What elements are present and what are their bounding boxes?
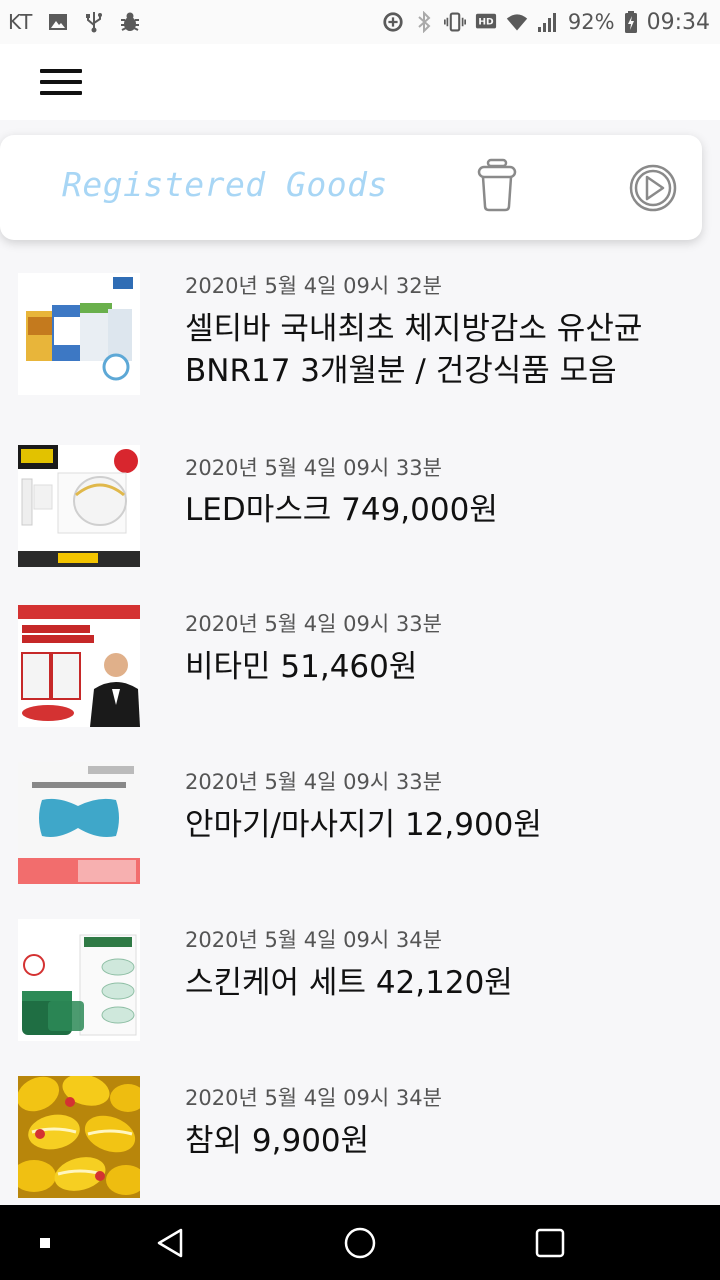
battery-icon	[624, 11, 638, 33]
app-bar	[0, 44, 720, 120]
goods-list: 2020년 5월 4일 09시 32분 셀티바 국내최초 체지방감소 유산균 B…	[0, 250, 720, 1205]
item-date: 2020년 5월 4일 09시 34분	[185, 1086, 442, 1110]
svg-text:HD: HD	[478, 17, 494, 28]
image-icon	[47, 11, 69, 33]
signal-icon	[537, 11, 559, 33]
item-title: 비타민 51,460원	[185, 649, 418, 685]
battery-percentage: 92%	[567, 10, 615, 34]
list-item[interactable]: 2020년 5월 4일 09시 34분 참외 9,900원	[0, 1076, 720, 1201]
item-title: 스킨케어 세트 42,120원	[185, 965, 513, 1001]
product-thumbnail	[18, 1076, 140, 1198]
list-item[interactable]: 2020년 5월 4일 09시 34분 스킨케어 세트 42,120원	[0, 919, 720, 1044]
product-thumbnail	[18, 605, 140, 727]
item-date: 2020년 5월 4일 09시 32분	[185, 274, 442, 298]
item-date: 2020년 5월 4일 09시 33분	[185, 770, 442, 794]
home-icon[interactable]	[310, 1205, 410, 1280]
product-thumbnail	[18, 919, 140, 1041]
bluetooth-icon	[413, 11, 435, 33]
product-thumbnail	[18, 762, 140, 884]
product-thumbnail	[18, 273, 140, 395]
play-circle-icon[interactable]	[628, 163, 678, 213]
item-date: 2020년 5월 4일 09시 34분	[185, 928, 442, 952]
list-item[interactable]: 2020년 5월 4일 09시 33분 LED마스크 749,000원	[0, 445, 720, 570]
overview-icon[interactable]	[500, 1205, 600, 1280]
item-title: 참외 9,900원	[185, 1123, 370, 1159]
bug-icon	[119, 11, 141, 33]
carrier-label: KT	[8, 10, 33, 34]
card-title: Registered Goods	[62, 165, 388, 204]
data-saver-icon	[382, 11, 404, 33]
item-title: 셀티바 국내최초 체지방감소 유산균 BNR17 3개월분 / 건강식품 모음	[185, 311, 643, 389]
product-thumbnail	[18, 445, 140, 567]
status-bar: KT HD 92% 09:34	[0, 0, 720, 44]
registered-goods-card: Registered Goods	[0, 135, 702, 240]
wifi-icon	[506, 11, 528, 33]
list-item[interactable]: 2020년 5월 4일 09시 33분 비타민 51,460원	[0, 605, 720, 730]
navigation-bar	[0, 1205, 720, 1280]
hamburger-menu-icon[interactable]	[40, 66, 82, 98]
item-title: LED마스크 749,000원	[185, 492, 498, 528]
back-icon[interactable]	[120, 1205, 220, 1280]
trash-icon[interactable]	[476, 158, 518, 212]
clock: 09:34	[646, 9, 710, 35]
item-title: 안마기/마사지기 12,900원	[185, 807, 542, 843]
vibrate-icon	[443, 11, 466, 33]
list-item[interactable]: 2020년 5월 4일 09시 33분 안마기/마사지기 12,900원	[0, 762, 720, 887]
item-date: 2020년 5월 4일 09시 33분	[185, 612, 442, 636]
recents-dot-icon[interactable]	[0, 1205, 95, 1280]
hd-icon: HD	[475, 11, 497, 33]
item-date: 2020년 5월 4일 09시 33분	[185, 456, 442, 480]
usb-icon	[83, 11, 105, 33]
list-item[interactable]: 2020년 5월 4일 09시 32분 셀티바 국내최초 체지방감소 유산균 B…	[0, 270, 720, 400]
